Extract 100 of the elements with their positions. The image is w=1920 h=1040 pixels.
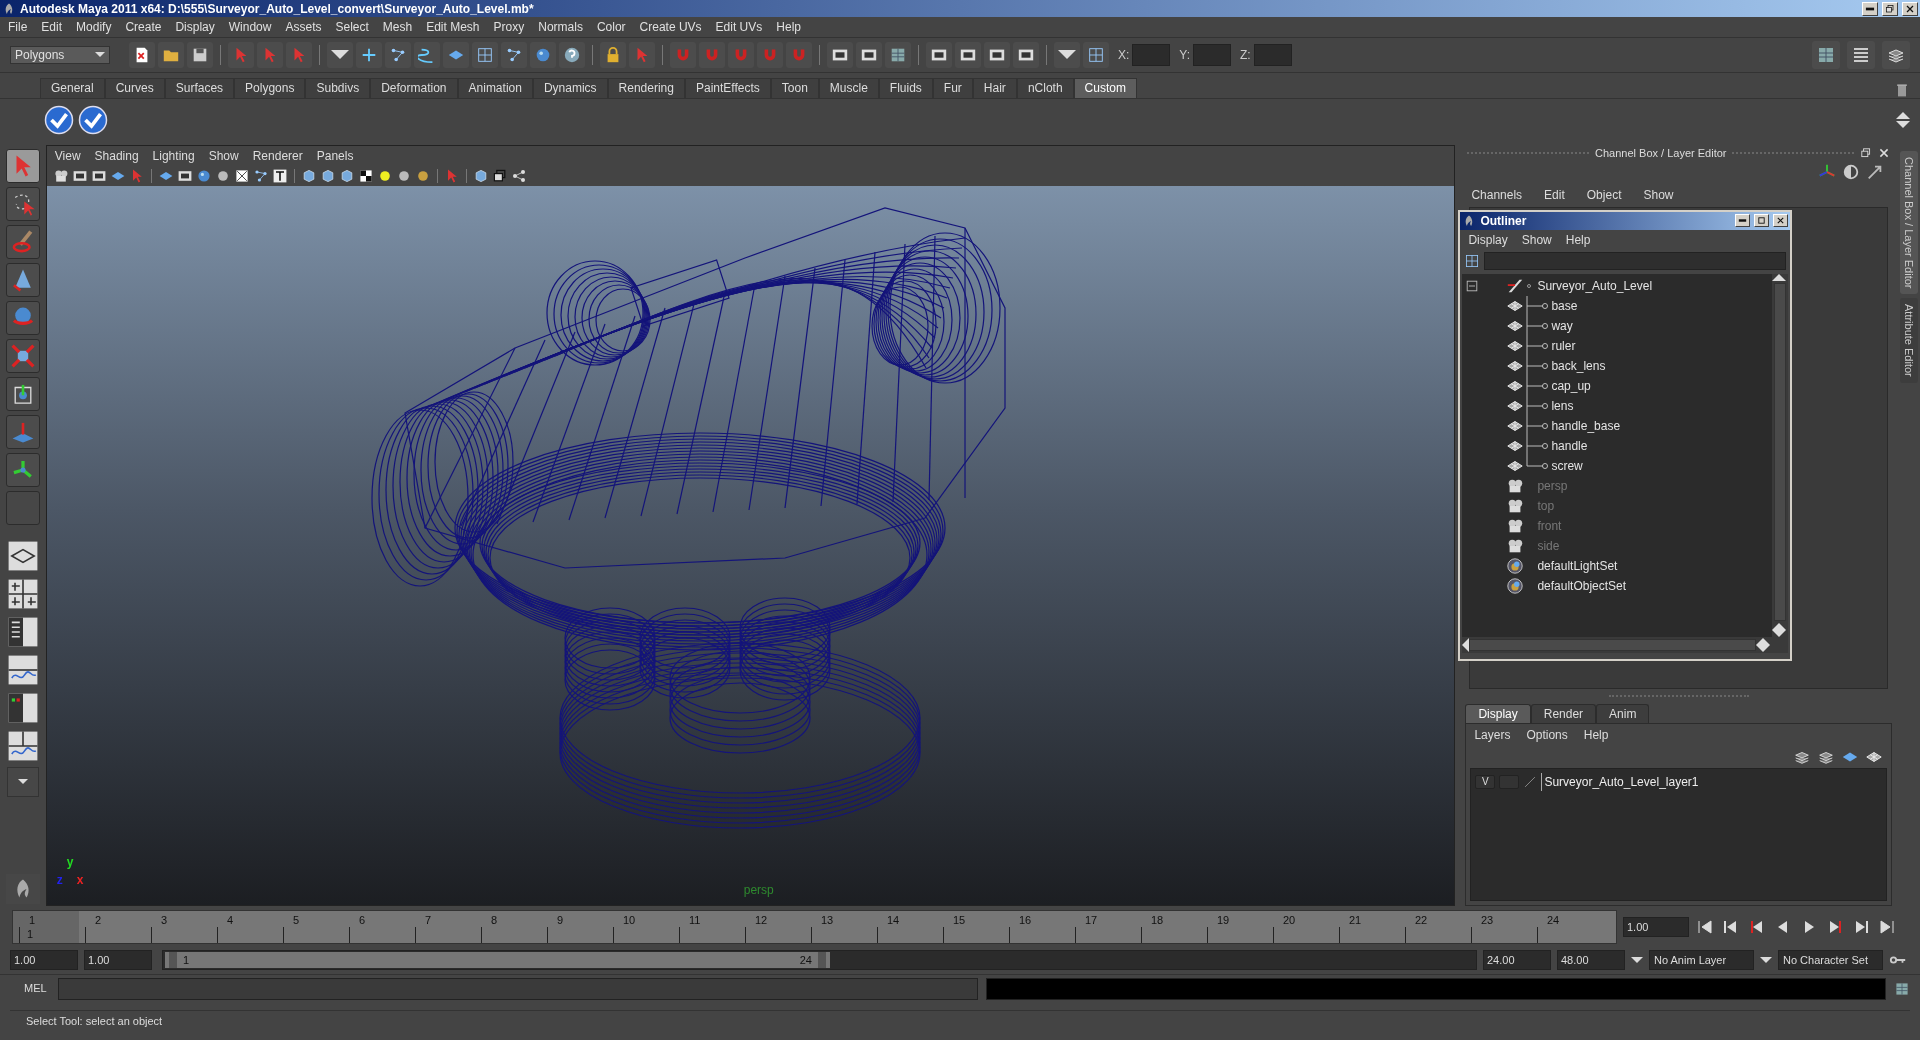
- tool-button[interactable]: [5, 300, 40, 335]
- toolbar-button[interactable]: [1013, 41, 1039, 68]
- close-button[interactable]: [1902, 1, 1918, 16]
- checker-icon[interactable]: [357, 167, 374, 184]
- menu-item[interactable]: Help: [776, 17, 801, 36]
- menu-item[interactable]: Edit UVs: [715, 17, 763, 36]
- panel-toggle-button[interactable]: [1847, 40, 1875, 69]
- anim-layer-field[interactable]: No Anim Layer: [1649, 950, 1754, 971]
- menu-item[interactable]: Window: [228, 17, 272, 36]
- shelf-tab[interactable]: Fluids: [878, 77, 933, 98]
- x-box-icon[interactable]: [233, 167, 250, 184]
- vertical-scrollbar[interactable]: [1772, 273, 1789, 637]
- check-circle-icon[interactable]: [78, 105, 108, 136]
- caret-icon[interactable]: [1760, 957, 1772, 964]
- menu-item[interactable]: File: [8, 17, 28, 36]
- layer-name[interactable]: Surveyor_Auto_Level_layer1: [1541, 772, 1699, 791]
- text-icon[interactable]: [271, 167, 288, 184]
- restore-button[interactable]: [1882, 1, 1898, 16]
- outliner-item[interactable]: Surveyor_Auto_Level: [1462, 275, 1773, 296]
- character-set-field[interactable]: No Character Set: [1778, 950, 1883, 971]
- menu-item[interactable]: Show: [1643, 185, 1674, 204]
- toolbar-button[interactable]: [356, 41, 382, 68]
- outliner-item[interactable]: defaultObjectSet: [1462, 575, 1773, 596]
- time-slider[interactable]: 1 2 3 4 5 6 7 8 9 10 11 12 13 14 15 16 17 18 19 20 21 22 23 24 1: [12, 910, 1617, 945]
- tool-button[interactable]: [5, 224, 40, 259]
- menu-item[interactable]: Options: [1526, 725, 1568, 744]
- menu-item[interactable]: Help: [1565, 230, 1591, 249]
- command-language-label[interactable]: MEL: [10, 980, 50, 997]
- shelf-tab[interactable]: Toon: [770, 77, 819, 98]
- outliner-item[interactable]: screw: [1462, 455, 1773, 476]
- maximize-button[interactable]: [1754, 214, 1770, 228]
- menu-item[interactable]: Select: [335, 17, 369, 36]
- toolbar-button[interactable]: [885, 41, 911, 68]
- playback-end-field[interactable]: 24.00: [1483, 950, 1551, 971]
- toolbar-button[interactable]: [955, 41, 981, 68]
- tool-button[interactable]: [5, 452, 40, 487]
- menu-item[interactable]: Edit: [1544, 185, 1565, 204]
- menu-item[interactable]: Show: [1521, 230, 1552, 249]
- two-squares-icon[interactable]: [491, 167, 508, 184]
- toolbar-button[interactable]: [129, 41, 155, 68]
- menu-item[interactable]: Create UVs: [639, 17, 702, 36]
- caret-icon[interactable]: [1631, 957, 1643, 964]
- shelf-tab[interactable]: Polygons: [234, 77, 306, 98]
- menu-item[interactable]: Help: [1583, 725, 1609, 744]
- toolbar-button[interactable]: [501, 41, 527, 68]
- current-frame-field[interactable]: 1.00: [1623, 917, 1689, 938]
- menu-item[interactable]: View: [54, 146, 81, 165]
- menu-item[interactable]: Edit Mesh: [426, 17, 480, 36]
- shelf-tab[interactable]: PaintEffects: [684, 77, 771, 98]
- toolbar-button[interactable]: [414, 41, 440, 68]
- tool-button[interactable]: [5, 376, 40, 411]
- shelf-tab[interactable]: Deformation: [370, 77, 458, 98]
- toolbar-button[interactable]: [984, 41, 1010, 68]
- panel-toggle-button[interactable]: [1812, 40, 1840, 69]
- coordinate-field[interactable]: [1193, 43, 1232, 66]
- outliner-item[interactable]: defaultLightSet: [1462, 555, 1773, 576]
- toolbar-button[interactable]: [856, 41, 882, 68]
- layer-tab[interactable]: Display: [1465, 703, 1531, 723]
- tool-button[interactable]: [5, 262, 40, 297]
- close-icon[interactable]: [1878, 146, 1891, 159]
- toolbar-button[interactable]: [559, 41, 585, 68]
- end-time-field[interactable]: 48.00: [1557, 950, 1625, 971]
- resize-handle[interactable]: [1608, 694, 1749, 697]
- shelf-tab[interactable]: Dynamics: [532, 77, 608, 98]
- camera-icon[interactable]: [52, 167, 69, 184]
- toolbar-button[interactable]: [1083, 41, 1109, 68]
- menu-item[interactable]: Display: [175, 17, 215, 36]
- sphere-icon[interactable]: [195, 167, 212, 184]
- shelf-tab[interactable]: Muscle: [818, 77, 879, 98]
- script-editor-icon[interactable]: [1894, 980, 1910, 997]
- menu-item[interactable]: Layers: [1474, 725, 1511, 744]
- coordinate-field[interactable]: [1253, 43, 1292, 66]
- shelf-tab[interactable]: General: [40, 77, 105, 98]
- side-tab[interactable]: Attribute Editor: [1900, 298, 1919, 383]
- command-input-field[interactable]: [58, 977, 978, 1000]
- toolbar-button[interactable]: [600, 41, 626, 68]
- side-tab[interactable]: Channel Box / Layer Editor: [1900, 150, 1919, 295]
- menu-item[interactable]: Channels: [1471, 185, 1523, 204]
- playback-start-field[interactable]: 1.00: [84, 950, 152, 971]
- minimize-button[interactable]: [1735, 214, 1751, 228]
- menu-item[interactable]: Normals: [538, 17, 583, 36]
- layout-menu-button[interactable]: [6, 766, 39, 797]
- layer-tab[interactable]: Anim: [1596, 703, 1650, 723]
- menu-item[interactable]: Assets: [285, 17, 322, 36]
- menu-item[interactable]: Color: [596, 17, 626, 36]
- shelf-tab[interactable]: Rendering: [607, 77, 685, 98]
- menu-item[interactable]: Panels: [316, 146, 354, 165]
- visibility-toggle[interactable]: V: [1475, 774, 1496, 789]
- toolbar-button[interactable]: [187, 41, 213, 68]
- toolbar-button[interactable]: [1054, 41, 1080, 68]
- scroll-up-icon[interactable]: [1896, 112, 1910, 120]
- toolbar-button[interactable]: [827, 41, 853, 68]
- tool-button[interactable]: [5, 414, 40, 449]
- tool-button[interactable]: [5, 148, 40, 183]
- menu-item[interactable]: Shading: [94, 146, 139, 165]
- menu-item[interactable]: Modify: [76, 17, 112, 36]
- shelf-tab[interactable]: nCloth: [1016, 77, 1074, 98]
- menu-item[interactable]: Renderer: [252, 146, 303, 165]
- minimize-button[interactable]: [1862, 1, 1878, 16]
- node-graph-icon[interactable]: [510, 167, 527, 184]
